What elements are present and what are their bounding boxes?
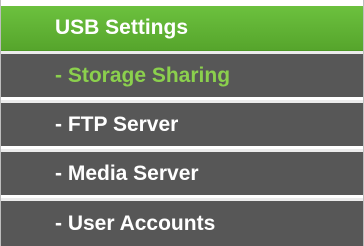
menu-item-ftp-server[interactable]: - FTP Server xyxy=(1,100,363,146)
menu-item-user-accounts[interactable]: - User Accounts xyxy=(1,198,363,246)
menu-item-label: - Media Server xyxy=(55,161,199,185)
menu-item-storage-sharing[interactable]: - Storage Sharing xyxy=(1,51,363,97)
menu-header-usb-settings[interactable]: USB Settings xyxy=(1,6,363,51)
menu-item-label: - FTP Server xyxy=(55,112,179,136)
usb-settings-menu: USB Settings - Storage Sharing - FTP Ser… xyxy=(0,0,364,246)
menu-header-label: USB Settings xyxy=(55,16,189,39)
menu-item-label: - User Accounts xyxy=(55,211,216,235)
menu-item-media-server[interactable]: - Media Server xyxy=(1,149,363,195)
menu-item-label: - Storage Sharing xyxy=(55,63,231,87)
